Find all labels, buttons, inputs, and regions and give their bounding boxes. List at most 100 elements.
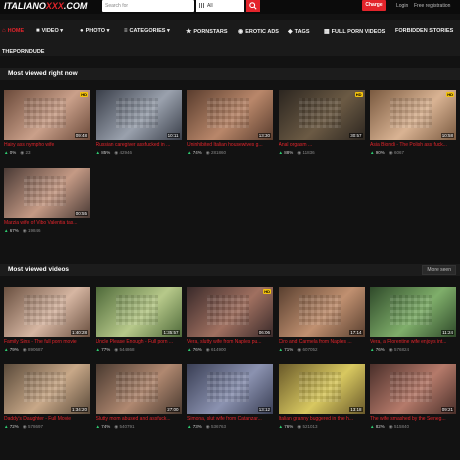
thumbs-up-icon: ▲: [187, 424, 192, 429]
video-title-link[interactable]: Hairy ass nympho wife: [4, 142, 90, 148]
video-thumbnail[interactable]: 09:21: [370, 364, 456, 414]
duration-label: 13:18: [349, 407, 363, 412]
thumbs-up-icon: ▲: [4, 150, 9, 155]
views-count: 890687: [27, 347, 43, 352]
censored-region: [298, 372, 341, 402]
video-thumbnail[interactable]: 1:40:28: [4, 287, 90, 337]
censored-region: [298, 98, 341, 128]
thumbs-up-icon: ▲: [370, 150, 375, 155]
section-title: Most viewed right now: [8, 70, 78, 77]
duration-label: 30:57: [349, 133, 363, 138]
censored-region: [298, 295, 341, 325]
eye-icon: ◉: [114, 424, 119, 429]
more-seen-button[interactable]: More seen: [422, 265, 456, 275]
eye-icon: ◉: [388, 424, 393, 429]
video-thumbnail[interactable]: 1:34:20: [4, 364, 90, 414]
video-title-link[interactable]: Asia Biondi - The Polish ass fuck...: [370, 142, 456, 148]
search-input[interactable]: Search for: [102, 0, 194, 12]
video-title-link[interactable]: Uninhibited Italian housewives g...: [187, 142, 273, 148]
video-title-link[interactable]: Vera, a Florentine wife enjoys int...: [370, 339, 456, 345]
rating-value: 74%: [101, 424, 111, 429]
video-thumbnail[interactable]: 10:11: [95, 90, 182, 140]
video-meta: ▲ 71% ◉ 607052: [279, 347, 365, 353]
video-title-link[interactable]: Italian granny buggered in the h...: [279, 416, 365, 422]
views-count: 6067: [393, 150, 404, 155]
nav-photo[interactable]: ● PHOTO ▾: [80, 28, 109, 34]
nav-forbidden-stories[interactable]: FORBIDDEN STORIES: [395, 28, 453, 34]
video-icon: ■: [36, 28, 40, 34]
charge-button[interactable]: Charge: [362, 0, 386, 11]
thumbs-up-icon: ▲: [95, 150, 100, 155]
search-button[interactable]: [246, 0, 260, 12]
duration-label: 13:30: [257, 133, 271, 138]
search-icon: [249, 2, 257, 10]
rating-value: 76%: [375, 347, 385, 352]
nav-categories[interactable]: ≡ CATEGORIES ▾: [124, 28, 170, 34]
nav-erotic-ads[interactable]: ◉ EROTIC ADS: [238, 28, 279, 35]
video-thumbnail[interactable]: HD 06:06: [187, 287, 273, 337]
eye-icon: ◉: [114, 150, 119, 155]
rating-value: 0%: [9, 150, 17, 155]
video-meta: ▲ 72% ◉ 578697: [4, 424, 90, 430]
nav-tags[interactable]: ◆ TAGS: [288, 28, 310, 35]
duration-label: 17:14: [349, 330, 363, 335]
register-link[interactable]: Free registration: [414, 3, 450, 9]
video-title-link[interactable]: Simona, slut wife from Catanzar...: [187, 416, 273, 422]
duration-label: 09:48: [74, 133, 88, 138]
eye-icon: ◉: [297, 424, 302, 429]
top-bar: ITALIANOXXX.COM Search for All Charge Lo…: [0, 0, 460, 14]
video-title-link[interactable]: Slutty mom abused and assfuck...: [96, 416, 182, 422]
hd-badge: HD: [80, 92, 88, 97]
video-thumbnail[interactable]: 13:30: [187, 90, 273, 140]
video-title-link[interactable]: The wife smashed by the Seneg...: [370, 416, 456, 422]
grid-icon: ▦: [324, 29, 330, 35]
video-meta: ▲ 76% ◉ 521013: [279, 424, 365, 430]
views-count: 521013: [302, 424, 318, 429]
login-link[interactable]: Login: [396, 3, 408, 9]
video-title-link[interactable]: Daddy's Daughter - Full Movie: [4, 416, 90, 422]
grid-icon: [199, 3, 204, 8]
video-meta: ▲ 74% ◉ 540791: [96, 424, 182, 430]
nav-video[interactable]: ■ VIDEO ▾: [36, 28, 63, 34]
hd-badge: HD: [446, 92, 454, 97]
censored-region: [207, 98, 249, 128]
video-title-link[interactable]: Ciro and Carmela from Naples ...: [279, 339, 365, 345]
video-thumbnail[interactable]: HD 30:57: [278, 90, 365, 140]
views-count: 281860: [210, 150, 226, 155]
eye-icon: ◉: [205, 424, 210, 429]
video-thumbnail[interactable]: 1:35:57: [95, 287, 182, 337]
video-thumbnail[interactable]: 17:14: [278, 287, 365, 337]
duration-label: 13:12: [257, 407, 271, 412]
views-count: 607052: [302, 347, 318, 352]
nav-pornstars[interactable]: ★ PORNSTARS: [186, 28, 228, 35]
site-logo[interactable]: ITALIANOXXX.COM: [4, 1, 87, 11]
censored-region: [207, 295, 249, 325]
video-title-link[interactable]: Family Sins - The full porn movie: [4, 339, 90, 345]
video-title-link[interactable]: Uncle Please Enough - Full porn ...: [96, 339, 182, 345]
video-thumbnail[interactable]: 27:00: [95, 364, 182, 414]
nav-theporndude[interactable]: THEPORNDUDE: [2, 49, 44, 55]
views-count: 515840: [393, 424, 409, 429]
video-thumbnail[interactable]: 13:18: [278, 364, 365, 414]
video-title-link[interactable]: Russian caregiver assfucked in ...: [96, 142, 182, 148]
video-title-link[interactable]: Marzia wife of Vibo Valentia tas...: [4, 220, 90, 226]
nav-home[interactable]: ⌂ HOME: [2, 28, 24, 34]
duration-label: 10:11: [166, 133, 180, 138]
section-title: Most viewed videos: [8, 266, 70, 273]
nav-full-porn-videos[interactable]: ▦ FULL PORN VIDEOS: [324, 28, 385, 35]
duration-label: 06:06: [257, 330, 271, 335]
censored-region: [115, 372, 158, 402]
censored-region: [115, 295, 158, 325]
video-thumbnail[interactable]: 11:24: [370, 287, 456, 337]
views-count: 11836: [302, 150, 315, 155]
video-thumbnail[interactable]: HD 09:48: [4, 90, 90, 140]
duration-label: 1:40:28: [70, 330, 88, 335]
duration-label: 10:58: [440, 133, 454, 138]
video-title-link[interactable]: Vera, slutty wife from Naples pu...: [187, 339, 273, 345]
hd-badge: HD: [263, 289, 271, 294]
video-thumbnail[interactable]: 00:55: [4, 168, 90, 218]
video-title-link[interactable]: Anal orgasm ...: [279, 142, 365, 148]
video-thumbnail[interactable]: 13:12: [187, 364, 273, 414]
search-scope-select[interactable]: All: [196, 0, 244, 12]
video-thumbnail[interactable]: HD 10:58: [370, 90, 456, 140]
